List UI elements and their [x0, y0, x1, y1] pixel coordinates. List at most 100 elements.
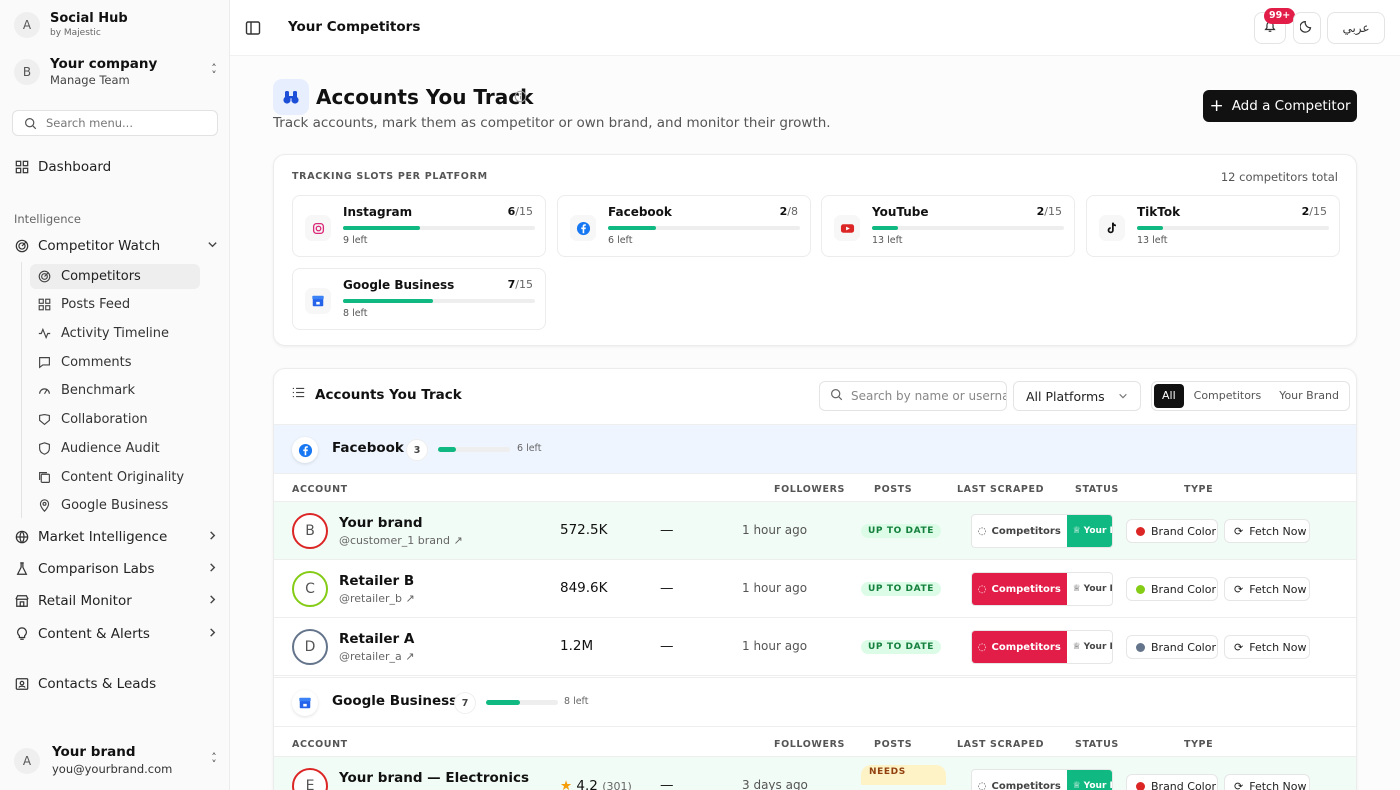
- rating: ★ 4.2 (301): [560, 778, 632, 790]
- fetch-now-button[interactable]: ⟳ Fetch Now: [1224, 519, 1310, 543]
- table-row: B Your brand @customer_1 brand ↗ 572.5K …: [274, 502, 1356, 560]
- account-search-input[interactable]: Search by name or username: [819, 381, 1007, 411]
- company-name: Your company: [50, 56, 158, 72]
- account-name[interactable]: Your brand — Electronics: [339, 770, 529, 786]
- type-brand-option[interactable]: ♕Your Brand: [1067, 573, 1112, 605]
- nav-market-intelligence[interactable]: Market Intelligence: [14, 529, 218, 545]
- slot-progress: [872, 226, 1064, 230]
- group-count: 7: [455, 693, 475, 713]
- external-link-icon: ↗: [405, 592, 415, 605]
- sidebar-item-posts-feed[interactable]: Posts Feed: [30, 292, 200, 317]
- sidebar-item-google-business[interactable]: Google Business: [30, 493, 200, 518]
- nav-retail-monitor[interactable]: Retail Monitor: [14, 593, 218, 609]
- group-google-business[interactable]: Google Business 7 8 left: [274, 677, 1356, 727]
- company-switcher[interactable]: B Your company Manage Team ˄ ˅: [14, 55, 220, 88]
- table-row: D Retailer A @retailer_a ↗ 1.2M — 1 hour…: [274, 618, 1356, 676]
- sidebar-item-comments[interactable]: Comments: [30, 350, 200, 375]
- brand-color-button[interactable]: Brand Color: [1126, 577, 1218, 601]
- external-link-icon: ↗: [405, 650, 415, 663]
- type-brand-option[interactable]: ♕Your Brand: [1066, 515, 1112, 547]
- type-competitors-option[interactable]: ◌ Competitors: [972, 631, 1067, 663]
- col-last-scraped: LAST SCRAPED: [957, 739, 1045, 750]
- followers-value: 572.5K: [560, 522, 608, 538]
- language-button[interactable]: عربي: [1327, 12, 1385, 44]
- brand-color-button[interactable]: Brand Color: [1126, 635, 1218, 659]
- brand-color-button[interactable]: Brand Color: [1126, 519, 1218, 543]
- sidebar-item-benchmark[interactable]: Benchmark: [30, 378, 200, 403]
- type-competitors-option[interactable]: ◌ Competitors: [972, 573, 1067, 605]
- account-name[interactable]: Your brand: [339, 515, 423, 531]
- brand-color-button[interactable]: Brand Color: [1126, 774, 1218, 790]
- sidebar-item-activity-timeline[interactable]: Activity Timeline: [30, 321, 200, 346]
- type-competitors-option[interactable]: ◌ Competitors: [972, 515, 1067, 547]
- platform-select[interactable]: All Platforms: [1013, 381, 1141, 411]
- group-name: Facebook: [332, 440, 404, 456]
- google-business-icon: [292, 690, 318, 716]
- filter-your-brand[interactable]: Your Brand: [1271, 384, 1347, 408]
- type-competitors-option[interactable]: ◌ Competitors: [972, 770, 1067, 790]
- group-progress: [486, 700, 558, 705]
- user-email: you@yourbrand.com: [52, 762, 173, 776]
- nav-competitor-watch[interactable]: Competitor Watch: [14, 238, 218, 254]
- search-menu-input[interactable]: Search menu...: [12, 110, 218, 136]
- page-title: Your Competitors: [288, 19, 421, 35]
- nav-contacts-leads[interactable]: Contacts & Leads: [14, 676, 218, 692]
- account-search-placeholder: Search by name or username: [851, 389, 1006, 403]
- fetch-now-button[interactable]: ⟳ Fetch Now: [1224, 774, 1310, 790]
- tiktok-icon: [1099, 215, 1125, 241]
- fetch-now-button[interactable]: ⟳ Fetch Now: [1224, 635, 1310, 659]
- nav-dashboard[interactable]: Dashboard: [14, 159, 218, 175]
- filter-competitors[interactable]: Competitors: [1186, 384, 1270, 408]
- last-scraped-value: 3 days ago: [742, 778, 808, 790]
- sidebar-toggle-icon[interactable]: [245, 20, 261, 40]
- crown-icon: ♕: [1072, 584, 1081, 594]
- slot-count: 2/15: [1036, 205, 1062, 218]
- accounts-table-card: Accounts You Track Search by name or use…: [273, 368, 1357, 790]
- sidebar-item-collaboration[interactable]: Collaboration: [30, 407, 200, 432]
- shield-icon: [36, 441, 52, 457]
- sidebar-item-label: Audience Audit: [61, 441, 160, 456]
- sidebar: A Social Hub by Majestic B Your company …: [0, 0, 230, 790]
- nav-market-intelligence-label: Market Intelligence: [38, 529, 168, 545]
- avatar: E: [292, 768, 328, 790]
- user-menu[interactable]: A Your brand you@yourbrand.com ˄ ˅: [14, 744, 220, 777]
- sidebar-item-content-originality[interactable]: Content Originality: [30, 465, 200, 490]
- comment-icon: [36, 355, 52, 371]
- notification-badge: 99+: [1264, 8, 1296, 24]
- slot-tiktok: TikTok 2/15 13 left: [1086, 195, 1340, 257]
- table-row: E Your brand — Electronics ★ 4.2 (301) —…: [274, 757, 1356, 790]
- account-name[interactable]: Retailer A: [339, 631, 414, 647]
- chevron-down-icon: [207, 238, 218, 254]
- slot-left: 8 left: [343, 308, 368, 319]
- nav-content-alerts[interactable]: Content & Alerts: [14, 626, 218, 642]
- app-brand[interactable]: A Social Hub by Majestic: [14, 11, 128, 39]
- info-icon[interactable]: [514, 90, 527, 107]
- nav-comparison-labs[interactable]: Comparison Labs: [14, 561, 218, 577]
- type-brand-option[interactable]: ♕Your Brand: [1067, 631, 1112, 663]
- color-swatch: [1136, 642, 1145, 652]
- sidebar-item-competitors[interactable]: Competitors: [30, 264, 200, 289]
- sidebar-item-audience-audit[interactable]: Audience Audit: [30, 436, 200, 461]
- group-left: 6 left: [517, 443, 542, 454]
- account-handle[interactable]: @retailer_a ↗: [339, 650, 414, 663]
- account-handle[interactable]: @customer_1 brand ↗: [339, 534, 463, 547]
- target-icon: ◌: [977, 780, 987, 790]
- flask-icon: [14, 561, 30, 577]
- tracking-slots-card: TRACKING SLOTS PER PLATFORM 12 competito…: [273, 154, 1357, 346]
- section-subtitle: Track accounts, mark them as competitor …: [273, 115, 831, 131]
- fetch-now-button[interactable]: ⟳ Fetch Now: [1224, 577, 1310, 601]
- color-swatch: [1136, 781, 1145, 790]
- slot-left: 13 left: [1137, 235, 1168, 246]
- account-name[interactable]: Retailer B: [339, 573, 414, 589]
- group-facebook[interactable]: Facebook 3 6 left: [274, 424, 1356, 474]
- account-handle[interactable]: @retailer_b ↗: [339, 592, 415, 605]
- chevron-right-icon: [207, 561, 218, 577]
- add-competitor-button[interactable]: + Add a Competitor: [1203, 90, 1357, 122]
- search-icon: [22, 115, 38, 131]
- avatar: D: [292, 629, 328, 665]
- type-brand-option[interactable]: ♕Your Brand: [1066, 770, 1112, 790]
- filter-all[interactable]: All: [1154, 384, 1184, 408]
- grid-icon: [36, 297, 52, 313]
- theme-toggle-button[interactable]: [1293, 12, 1321, 44]
- table-row: C Retailer B @retailer_b ↗ 849.6K — 1 ho…: [274, 560, 1356, 618]
